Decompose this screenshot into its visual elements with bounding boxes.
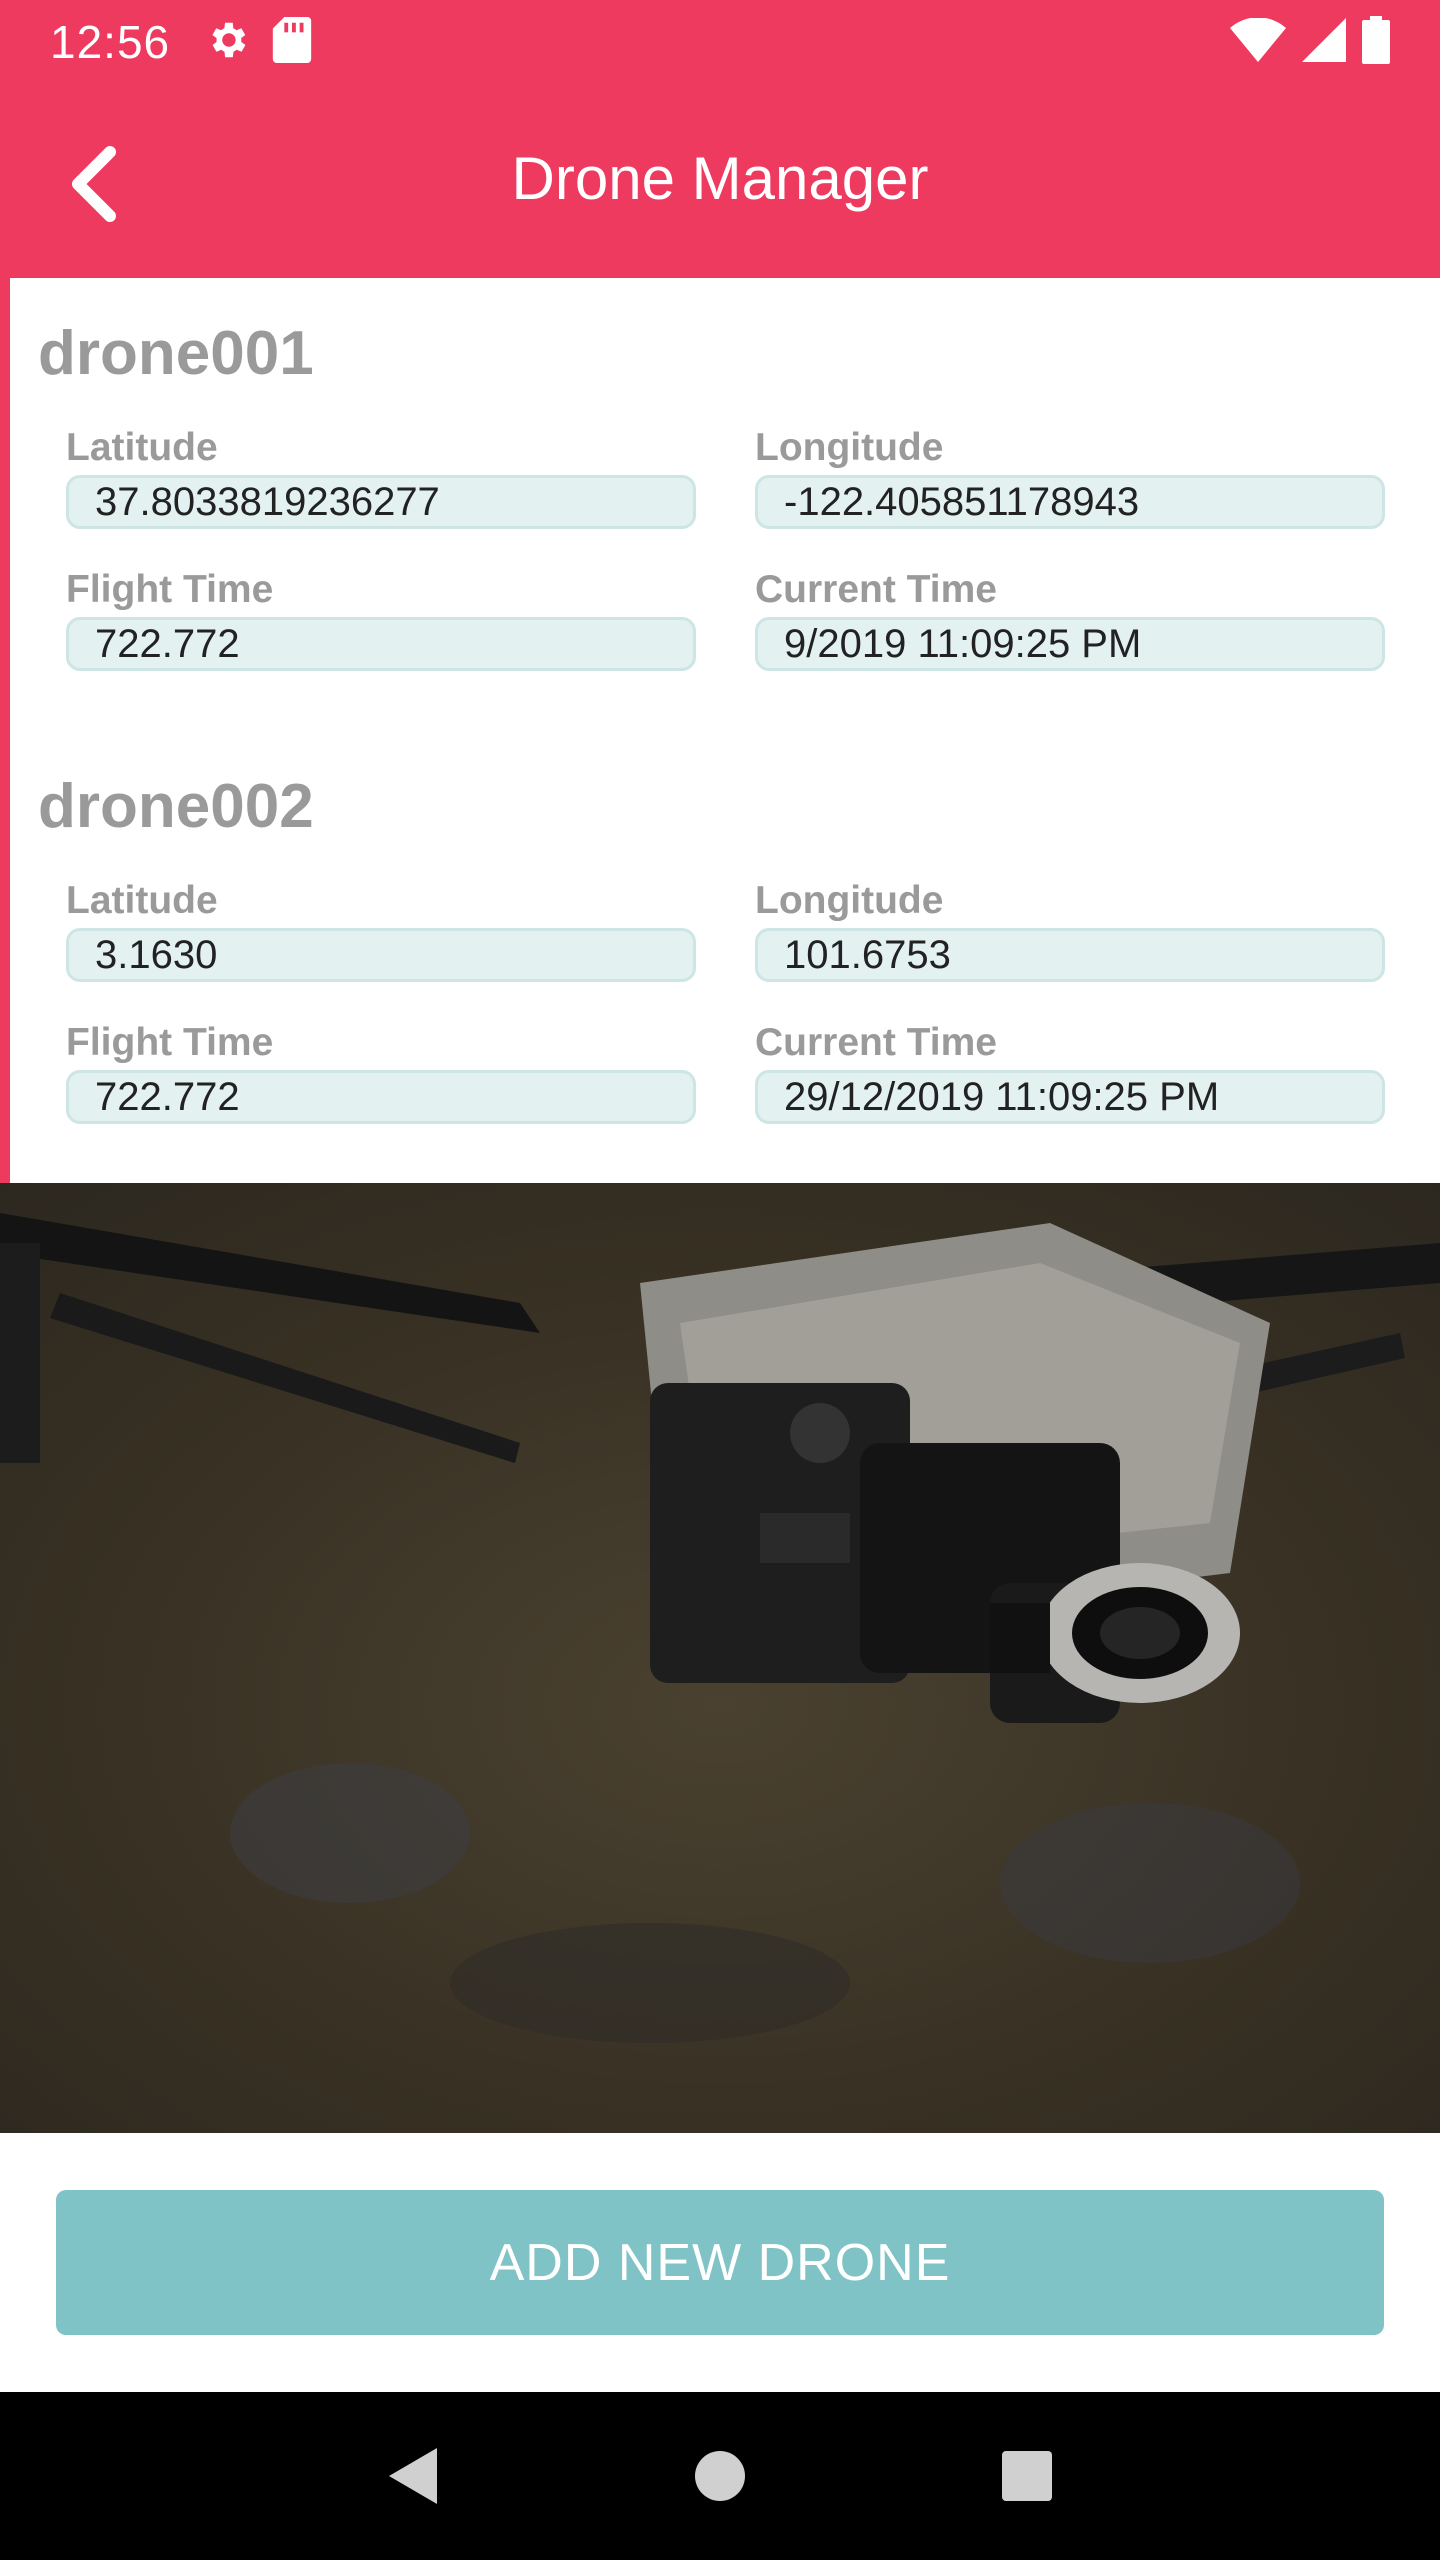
battery-icon	[1362, 15, 1390, 69]
drone-name: drone002	[38, 772, 314, 841]
flight-time-label: Flight Time	[66, 1021, 274, 1064]
flight-time-label: Flight Time	[66, 568, 274, 611]
drone-card[interactable]: drone002 Latitude 3.1630 Longitude 101.6…	[38, 771, 1418, 1124]
back-arrow-icon	[62, 146, 122, 228]
nav-home-icon[interactable]	[685, 2441, 755, 2511]
drone-photo	[0, 1183, 1440, 2133]
current-time-field[interactable]: 29/12/2019 11:09:25 PM	[755, 1070, 1385, 1124]
current-time-field[interactable]: 9/2019 11:09:25 PM	[755, 617, 1385, 671]
flight-time-field[interactable]: 722.772	[66, 1070, 696, 1124]
latitude-label: Latitude	[66, 426, 218, 469]
status-time: 12:56	[50, 16, 171, 68]
drone-name: drone001	[38, 319, 314, 388]
longitude-label: Longitude	[755, 426, 944, 469]
longitude-field[interactable]: 101.6753	[755, 928, 1385, 982]
drone-card[interactable]: drone001 Latitude 37.8033819236277 Longi…	[38, 318, 1418, 671]
page-title: Drone Manager	[511, 145, 929, 212]
status-bar: 12:56	[0, 0, 1440, 84]
system-nav-bar	[0, 2392, 1440, 2560]
nav-back-icon[interactable]	[378, 2441, 448, 2511]
bottom-action-area: ADD NEW DRONE	[0, 2133, 1440, 2392]
longitude-label: Longitude	[755, 879, 944, 922]
longitude-field[interactable]: -122.405851178943	[755, 475, 1385, 529]
latitude-label: Latitude	[66, 879, 218, 922]
app-bar: Drone Manager	[0, 84, 1440, 278]
signal-icon	[1302, 17, 1346, 67]
add-new-drone-button[interactable]: ADD NEW DRONE	[56, 2190, 1384, 2335]
sd-card-icon	[272, 16, 312, 68]
current-time-label: Current Time	[755, 1021, 997, 1064]
latitude-field[interactable]: 37.8033819236277	[66, 475, 696, 529]
settings-icon	[204, 17, 250, 68]
wifi-icon	[1230, 16, 1286, 67]
flight-time-field[interactable]: 722.772	[66, 617, 696, 671]
drone-list: drone001 Latitude 37.8033819236277 Longi…	[0, 278, 1440, 1183]
latitude-field[interactable]: 3.1630	[66, 928, 696, 982]
nav-recents-icon[interactable]	[992, 2441, 1062, 2511]
current-time-label: Current Time	[755, 568, 997, 611]
